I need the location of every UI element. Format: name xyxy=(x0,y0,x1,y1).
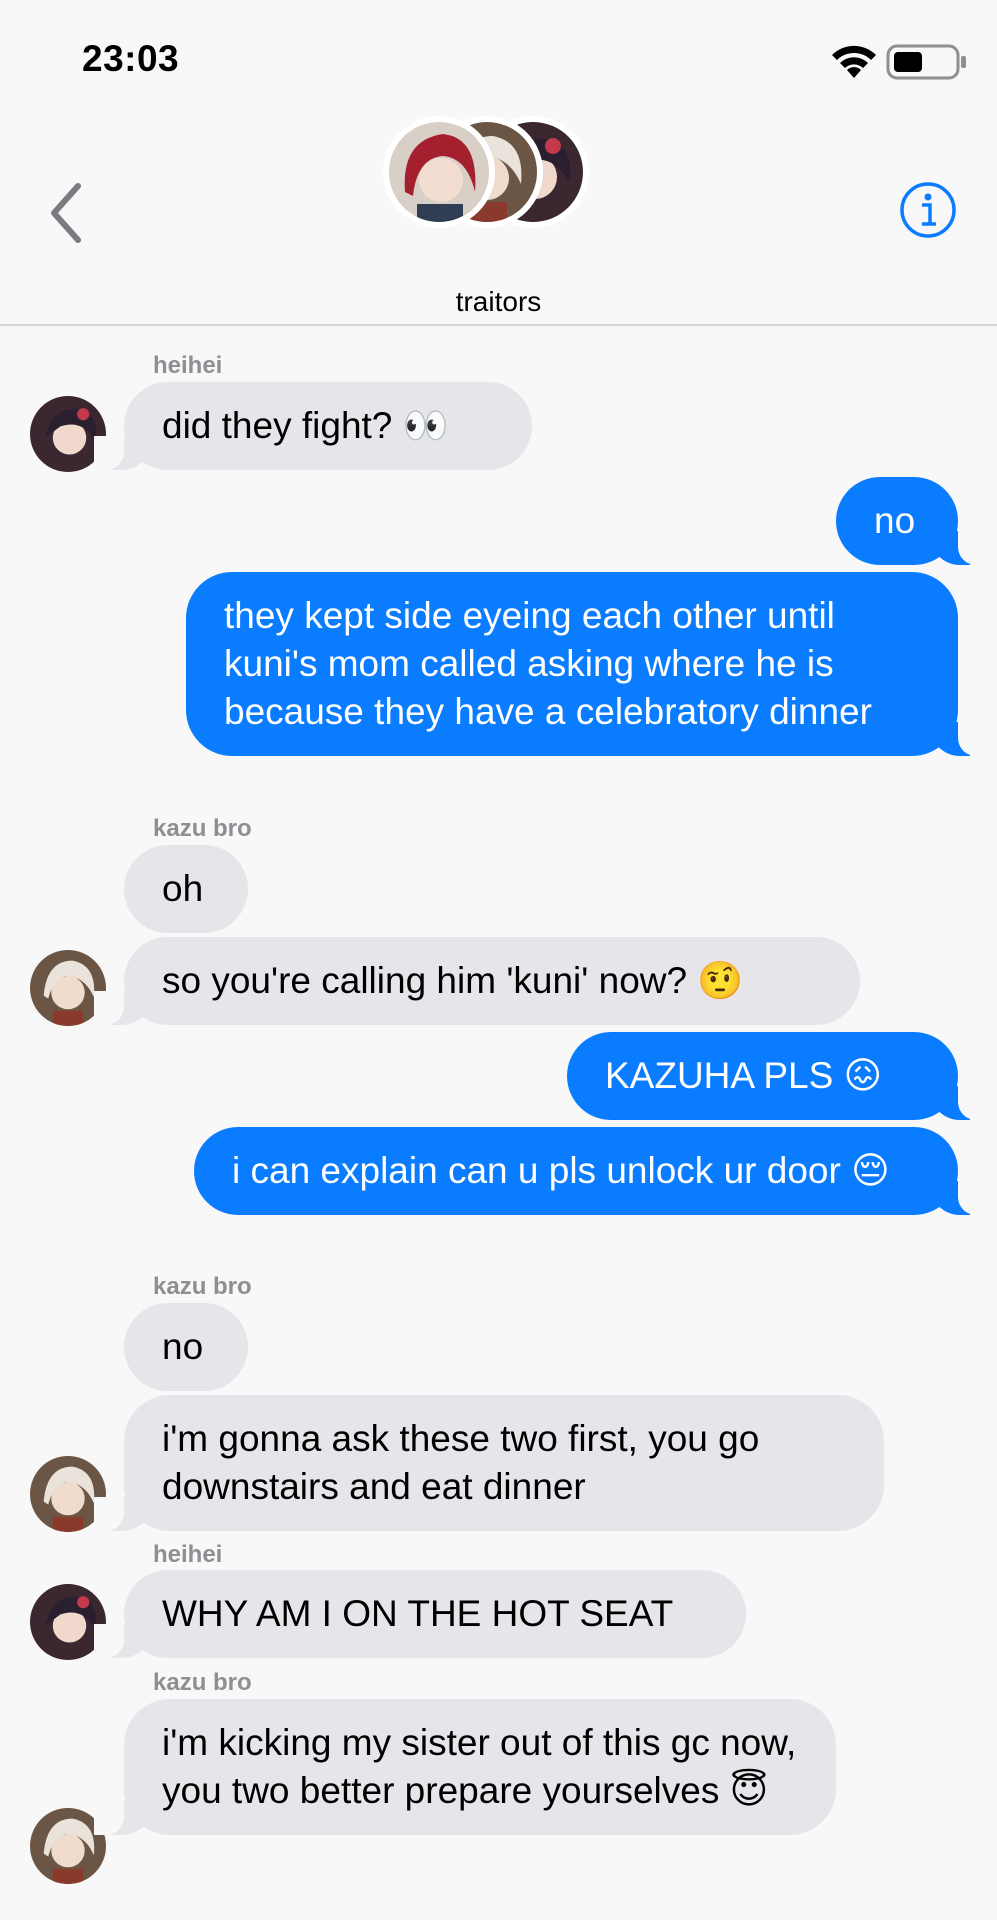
message-thread: heihei did they fight? 👀 no they kept si… xyxy=(0,0,997,1920)
message-bubble[interactable]: they kept side eyeing each other until k… xyxy=(186,572,988,756)
message-bubble[interactable]: i can explain can u pls unlock ur door 😔 xyxy=(194,1127,988,1215)
message-bubble[interactable]: i'm gonna ask these two first, you go do… xyxy=(94,1395,884,1531)
message-bubble[interactable]: no xyxy=(124,1303,248,1391)
message-bubble[interactable]: i'm kicking my sister out of this gc now… xyxy=(94,1699,836,1835)
sender-name: kazu bro xyxy=(153,815,252,842)
chat-screen: 23:03 traitors heihei did they fight? 👀 … xyxy=(0,0,997,1920)
sender-name: heihei xyxy=(153,352,223,379)
sender-name: kazu bro xyxy=(153,1669,252,1696)
sender-name: heihei xyxy=(153,1541,223,1568)
message-bubble[interactable]: did they fight? 👀 xyxy=(94,382,532,470)
message-bubble[interactable]: oh xyxy=(124,845,248,933)
message-bubble[interactable]: so you're calling him 'kuni' now? 🤨 xyxy=(94,937,860,1025)
message-bubble[interactable]: no xyxy=(836,477,988,565)
message-bubble[interactable]: WHY AM I ON THE HOT SEAT xyxy=(94,1570,746,1658)
message-bubble[interactable]: KAZUHA PLS 😖 xyxy=(567,1032,988,1120)
sender-name: kazu bro xyxy=(153,1273,252,1300)
